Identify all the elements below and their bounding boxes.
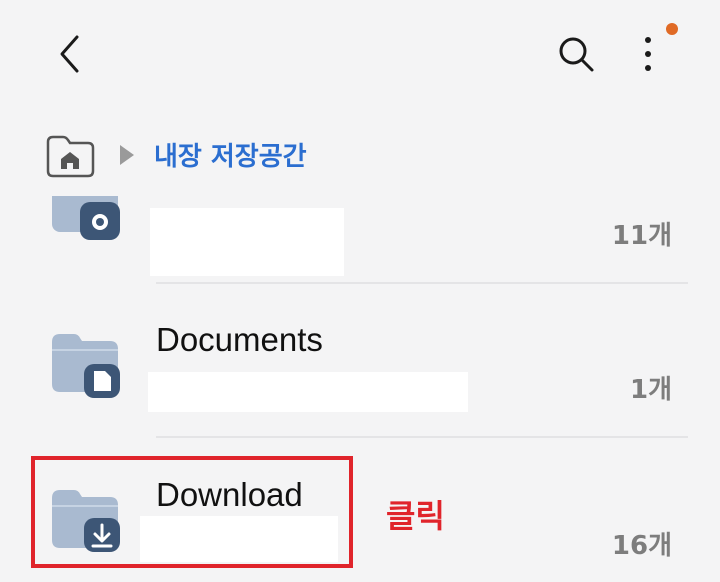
home-folder-icon	[46, 135, 95, 178]
highlight-box	[31, 456, 353, 568]
click-annotation-label: 클릭	[386, 497, 445, 535]
search-button[interactable]	[552, 30, 600, 78]
more-vertical-icon	[645, 37, 651, 71]
folder-item-count: 16개	[611, 531, 672, 561]
redacted-name-area	[150, 208, 344, 276]
divider	[156, 282, 688, 284]
triangle-right-icon	[120, 145, 134, 165]
breadcrumb-separator	[120, 145, 134, 165]
folder-name: Documents	[156, 321, 323, 358]
folder-document-icon	[50, 332, 122, 398]
more-options-button[interactable]	[628, 30, 668, 78]
chevron-left-icon	[60, 35, 79, 73]
breadcrumb-home-button[interactable]	[44, 134, 96, 178]
folder-item-count: 11개	[611, 221, 672, 251]
divider	[156, 436, 688, 438]
breadcrumb-current[interactable]: 내장 저장공간	[154, 139, 307, 175]
search-icon	[559, 37, 594, 72]
back-button[interactable]	[50, 30, 90, 78]
redacted-detail-area	[148, 372, 468, 412]
folder-camera-icon	[50, 196, 122, 242]
list-item[interactable]: 11개	[0, 196, 720, 282]
folder-item-count: 1개	[629, 375, 672, 405]
list-item-documents[interactable]: Documents 1개	[0, 290, 720, 436]
notification-dot	[666, 23, 678, 35]
